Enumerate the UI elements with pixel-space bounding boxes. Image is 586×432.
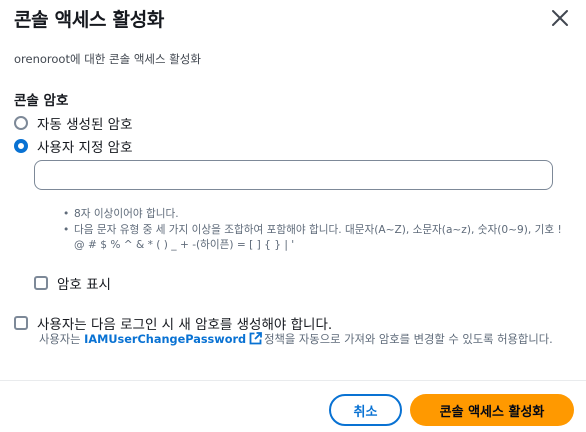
iam-user-change-password-link[interactable]: IAMUserChangePassword [84,333,246,346]
require-reset-description: 사용자는 IAMUserChangePassword 정책을 자동으로 가져와 암… [39,332,574,348]
radio-auto-label: 자동 생성된 암호 [37,117,133,133]
password-hint: 8자 이상이어야 합니다. [63,207,569,223]
show-password-checkbox-row[interactable]: 암호 표시 [34,273,111,293]
show-password-label: 암호 표시 [57,277,111,293]
enable-console-access-modal: 콘솔 액세스 활성화 orenoroot에 대한 콘솔 액세스 활성화 콘솔 암… [0,0,586,432]
close-icon [552,10,568,26]
radio-custom-label: 사용자 지정 암호 [37,140,133,156]
require-reset-label: 사용자는 다음 로그인 시 새 암호를 생성해야 합니다. [37,317,333,333]
radio-button-unselected[interactable] [14,116,28,130]
radio-button-selected[interactable] [14,139,28,153]
radio-custom-password[interactable]: 사용자 지정 암호 [14,136,133,156]
password-hint: 다음 문자 유형 중 세 가지 이상을 조합하여 포함해야 합니다. 대문자(A… [63,223,569,254]
reset-desc-prefix: 사용자는 [39,333,81,346]
footer-divider [0,380,586,381]
radio-auto-generated-password[interactable]: 자동 생성된 암호 [14,113,133,133]
close-button[interactable] [547,5,573,31]
show-password-checkbox[interactable] [34,276,48,290]
external-link-icon[interactable] [249,332,263,345]
console-password-label: 콘솔 암호 [14,93,69,109]
require-reset-checkbox-row[interactable]: 사용자는 다음 로그인 시 새 암호를 생성해야 합니다. [14,313,332,333]
modal-title: 콘솔 액세스 활성화 [14,9,165,31]
cancel-button[interactable]: 취소 [329,394,402,426]
reset-desc-suffix: 정책을 자동으로 가져와 암호를 변경할 수 있도록 허용합니다. [264,333,553,346]
modal-subtitle: orenoroot에 대한 콘솔 액세스 활성화 [14,52,201,66]
require-reset-checkbox[interactable] [14,316,28,330]
custom-password-input[interactable] [34,160,553,190]
enable-console-access-button[interactable]: 콘솔 액세스 활성화 [410,394,574,426]
password-requirements: 8자 이상이어야 합니다. 다음 문자 유형 중 세 가지 이상을 조합하여 포… [63,207,569,254]
